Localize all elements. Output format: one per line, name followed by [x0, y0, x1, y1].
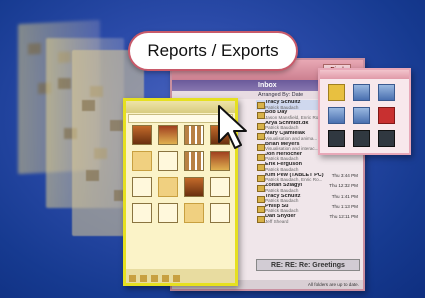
envelope-icon: [257, 216, 265, 224]
image-folder-window[interactable]: [318, 68, 411, 155]
photo-thumbnail-icon[interactable]: [328, 130, 345, 147]
folder-icon[interactable]: [184, 203, 204, 223]
photo-thumbnail[interactable]: [132, 125, 152, 145]
document-thumbnail[interactable]: [132, 177, 152, 197]
document-thumbnail[interactable]: [132, 203, 152, 223]
folder-icon[interactable]: [328, 84, 345, 101]
message-time: Thu 1:41 PM: [331, 193, 358, 199]
folder-icon[interactable]: [151, 275, 158, 282]
folder-icon[interactable]: [140, 275, 147, 282]
envelope-icon: [257, 102, 265, 109]
window-toolbar: [320, 70, 409, 79]
folder-icon[interactable]: [162, 275, 169, 282]
pdf-file-icon[interactable]: [378, 107, 395, 124]
message-list-item[interactable]: Erik Ferguson Patrick Baudach: [256, 162, 360, 172]
message-list-item[interactable]: Philip Su Patrick Baudach Thu 1:13 PM: [256, 204, 360, 214]
message-list-item[interactable]: Zoltan Szlagyi Patrick Baudach Thu 12:32 P…: [256, 183, 360, 193]
sync-status: All folders are up to date.: [307, 282, 359, 287]
folder-icon[interactable]: [158, 177, 178, 197]
photo-thumbnail-icon[interactable]: [378, 130, 395, 147]
photo-thumbnail[interactable]: [184, 151, 204, 171]
folder-icon[interactable]: [132, 151, 152, 171]
message-list-item[interactable]: Dan Snyder Jeff Sheard Thu 12:11 PM: [256, 214, 360, 224]
image-file-icon[interactable]: [353, 84, 370, 101]
message-preview: Jeff Sheard: [265, 218, 289, 224]
envelope-icon: [257, 164, 265, 172]
envelope-icon: [257, 133, 265, 141]
envelope-icon: [257, 122, 265, 130]
pointer-arrow-icon: [218, 105, 247, 149]
folder-icon[interactable]: [129, 275, 136, 282]
callout-bubble: Reports / Exports: [128, 31, 298, 71]
image-file-icon[interactable]: [328, 107, 345, 124]
document-thumbnail[interactable]: [210, 177, 230, 197]
image-file-icon[interactable]: [353, 107, 370, 124]
photo-thumbnail-icon[interactable]: [353, 130, 370, 147]
photo-thumbnail[interactable]: [184, 125, 204, 145]
photo-thumbnail[interactable]: [210, 151, 230, 171]
message-list-item[interactable]: Tracy Schultz Patrick Baudach Thu 1:41 PM: [256, 194, 360, 204]
message-time: Thu 1:13 PM: [331, 203, 358, 209]
image-file-icon[interactable]: [378, 84, 395, 101]
photo-thumbnail[interactable]: [158, 125, 178, 145]
message-time: Thu 3:44 PM: [331, 172, 358, 178]
envelope-icon: [257, 153, 265, 161]
message-list-item[interactable]: Kim Pew (TABLET PC) Patrick Baudach, Enri…: [256, 173, 360, 183]
envelope-icon: [257, 185, 265, 193]
taskbar-strip: [126, 269, 235, 283]
folder-icon[interactable]: [173, 275, 180, 282]
message-time: Thu 12:11 PM: [329, 214, 358, 220]
document-thumbnail[interactable]: [158, 151, 178, 171]
reading-pane-subject: RE: RE: Re: Greetings: [256, 259, 360, 271]
callout-label: Reports / Exports: [147, 41, 279, 60]
photo-thumbnail[interactable]: [184, 177, 204, 197]
document-thumbnail[interactable]: [158, 203, 178, 223]
envelope-icon: [257, 174, 265, 182]
envelope-icon: [257, 195, 265, 203]
envelope-icon: [257, 143, 265, 151]
envelope-icon: [257, 112, 265, 120]
document-thumbnail[interactable]: [210, 203, 230, 223]
message-time: Thu 12:32 PM: [329, 183, 358, 189]
desktop-background: Find Inbox Arranged By: Date Tracy Schul…: [0, 0, 425, 298]
envelope-icon: [257, 205, 265, 213]
